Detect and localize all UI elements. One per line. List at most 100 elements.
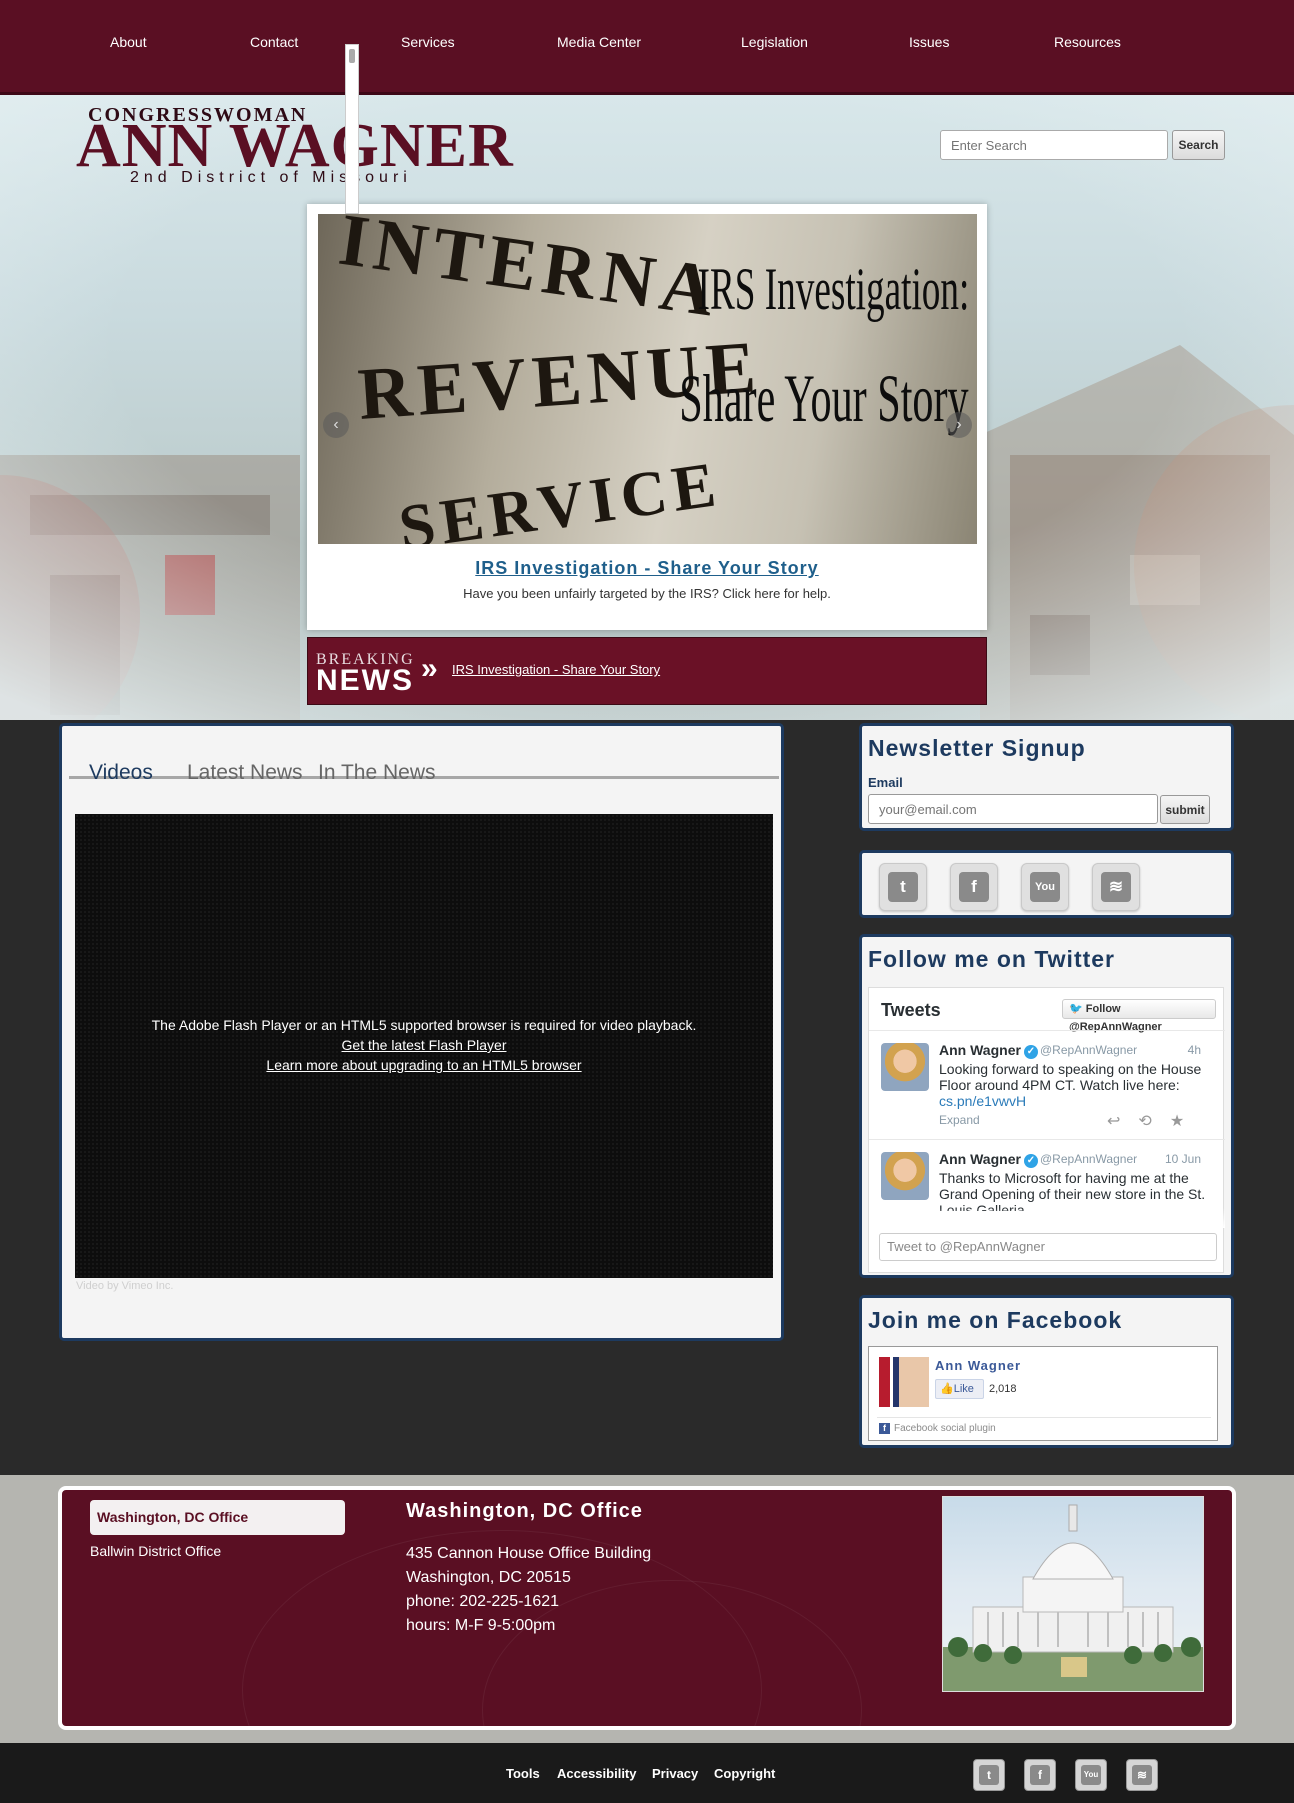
tweet-author[interactable]: Ann Wagner ✓ — [939, 1042, 1038, 1059]
slide-title-link[interactable]: IRS Investigation - Share Your Story — [307, 558, 987, 579]
tweet-author-name: Ann Wagner — [939, 1042, 1021, 1058]
tweet-author[interactable]: Ann Wagner ✓ — [939, 1151, 1038, 1168]
tab-latest-news[interactable]: Latest News — [187, 761, 303, 785]
email-label: Email — [868, 775, 903, 790]
office-tab-ballwin[interactable]: Ballwin District Office — [90, 1543, 221, 1559]
logo-district: 2nd District of Missouri — [130, 169, 412, 186]
youtube-icon[interactable]: You — [1021, 863, 1069, 911]
rss-icon[interactable]: ≋ — [1126, 1759, 1158, 1791]
video-message: The Adobe Flash Player or an HTML5 suppo… — [151, 1017, 697, 1033]
tweet-body: Looking forward to speaking on the House… — [939, 1061, 1202, 1093]
facebook-page-name[interactable]: Ann Wagner — [935, 1358, 1021, 1373]
slide-image[interactable]: INTERNA REVENUE SERVICE IRS Investigatio… — [318, 214, 977, 544]
tab-in-the-news[interactable]: In The News — [318, 761, 436, 785]
chevron-left-icon[interactable]: ‹ — [323, 412, 349, 438]
submit-button[interactable]: submit — [1160, 795, 1210, 824]
logo-name[interactable]: ANN WAGNER — [76, 115, 514, 177]
facebook-plugin-credit[interactable]: f Facebook social plugin — [879, 1423, 996, 1434]
nav-legislation[interactable]: Legislation — [741, 34, 808, 50]
nav-about[interactable]: About — [110, 34, 147, 50]
breaking-news-link[interactable]: IRS Investigation - Share Your Story — [452, 662, 660, 677]
nav-media-center[interactable]: Media Center — [557, 34, 641, 50]
search-button[interactable]: Search — [1172, 130, 1225, 160]
footer-link-accessibility[interactable]: Accessibility — [557, 1766, 637, 1781]
email-field[interactable] — [868, 794, 1158, 824]
nav-issues[interactable]: Issues — [909, 34, 949, 50]
tab-videos[interactable]: Videos — [89, 761, 153, 785]
slide-description[interactable]: Have you been unfairly targeted by the I… — [307, 586, 987, 601]
tweet-handle[interactable]: @RepAnnWagner — [1040, 1043, 1137, 1057]
tweet-text: Looking forward to speaking on the House… — [939, 1061, 1209, 1109]
verified-icon: ✓ — [1023, 1154, 1038, 1168]
twitter-title: Follow me on Twitter — [868, 946, 1116, 972]
social-icons-panel: t f You ≋ — [859, 850, 1234, 918]
twitter-icon[interactable]: t — [879, 863, 927, 911]
expand-link[interactable]: Expand — [939, 1113, 980, 1127]
scroll-fade — [869, 1208, 1225, 1228]
youtube-glyph: You — [1081, 1765, 1101, 1785]
like-button[interactable]: 👍Like — [935, 1379, 984, 1399]
office-title: Washington, DC Office — [406, 1500, 643, 1522]
capitol-building-icon — [943, 1504, 1203, 1691]
video-credit[interactable]: Video by Vimeo Inc. — [76, 1280, 173, 1292]
tweet-handle[interactable]: @RepAnnWagner — [1040, 1152, 1137, 1166]
featured-slider: INTERNA REVENUE SERVICE IRS Investigatio… — [307, 204, 987, 630]
youtube-icon[interactable]: You — [1075, 1759, 1107, 1791]
footer-link-tools[interactable]: Tools — [506, 1766, 540, 1781]
capitol-image — [942, 1496, 1204, 1692]
nav-dropdown-scrollbar[interactable] — [345, 44, 359, 214]
footer-link-privacy[interactable]: Privacy — [652, 1766, 698, 1781]
twitter-panel: Follow me on Twitter Tweets 🐦 Follow @Re… — [859, 934, 1234, 1278]
tweet[interactable]: Ann Wagner ✓ @RepAnnWagner 4h Looking for… — [869, 1030, 1225, 1138]
chevron-right-icon[interactable]: › — [946, 412, 972, 438]
facebook-plugin-label: Facebook social plugin — [894, 1423, 996, 1434]
facebook-profile-picture[interactable] — [879, 1357, 929, 1407]
twitter-glyph: t — [979, 1765, 999, 1785]
twitter-icon[interactable]: t — [973, 1759, 1005, 1791]
facebook-icon[interactable]: f — [1024, 1759, 1056, 1791]
news-label: NEWS — [316, 664, 414, 697]
newsletter-panel: Newsletter Signup Email submit — [859, 723, 1234, 831]
newsletter-title: Newsletter Signup — [868, 735, 1086, 761]
office-phone: phone: 202-225-1621 — [406, 1593, 560, 1610]
office-tab-washington[interactable]: Washington, DC Office — [90, 1500, 345, 1535]
search-input[interactable] — [940, 130, 1168, 160]
video-player[interactable]: The Adobe Flash Player or an HTML5 suppo… — [75, 814, 773, 1278]
reply-icon[interactable]: ↩ — [1107, 1113, 1138, 1130]
tweet-actions: ↩⟲★ — [1107, 1111, 1202, 1131]
twitter-widget[interactable]: Tweets 🐦 Follow @RepAnnWagner Ann Wagner… — [868, 987, 1225, 1273]
twitter-bird-icon: 🐦 — [1069, 1003, 1083, 1015]
rss-glyph: ≋ — [1132, 1765, 1152, 1785]
tweet-time[interactable]: 4h — [1188, 1043, 1201, 1057]
facebook-icon[interactable]: f — [950, 863, 998, 911]
tweet[interactable]: Ann Wagner ✓ @RepAnnWagner 10 Jun Thanks … — [869, 1139, 1225, 1211]
like-count: 2,018 — [989, 1383, 1017, 1395]
tweet-link[interactable]: cs.pn/e1vwvH — [939, 1093, 1026, 1109]
verified-icon: ✓ — [1023, 1045, 1038, 1059]
facebook-icon: f — [879, 1423, 890, 1434]
nav-contact[interactable]: Contact — [250, 34, 298, 50]
youtube-glyph: You — [1030, 872, 1060, 902]
slide-carved-text: SERVICE — [394, 447, 726, 544]
avatar[interactable] — [881, 1043, 929, 1091]
avatar[interactable] — [881, 1152, 929, 1200]
tweet-time[interactable]: 10 Jun — [1165, 1152, 1201, 1166]
nav-resources[interactable]: Resources — [1054, 34, 1121, 50]
tweets-heading: Tweets — [881, 1000, 941, 1020]
footer-link-copyright[interactable]: Copyright — [714, 1766, 775, 1781]
nav-services[interactable]: Services — [401, 34, 455, 50]
media-tabs-panel: Videos Latest News In The News The Adobe… — [59, 723, 784, 1341]
facebook-glyph: f — [959, 872, 989, 902]
html5-browser-link[interactable]: Learn more about upgrading to an HTML5 b… — [75, 1057, 773, 1073]
follow-button[interactable]: 🐦 Follow @RepAnnWagner — [1062, 999, 1216, 1033]
tweet-text: Thanks to Microsoft for having me at the… — [939, 1170, 1206, 1211]
retweet-icon[interactable]: ⟲ — [1138, 1113, 1169, 1130]
tweet-compose-input[interactable]: Tweet to @RepAnnWagner — [879, 1233, 1217, 1261]
office-address-2: Washington, DC 20515 — [406, 1569, 571, 1586]
like-label: Like — [953, 1383, 974, 1395]
rss-icon[interactable]: ≋ — [1092, 863, 1140, 911]
flash-player-link[interactable]: Get the latest Flash Player — [75, 1037, 773, 1053]
divider — [877, 1417, 1211, 1418]
favorite-icon[interactable]: ★ — [1170, 1113, 1202, 1130]
breaking-news-bar: BREAKING NEWS » IRS Investigation - Shar… — [307, 637, 987, 705]
